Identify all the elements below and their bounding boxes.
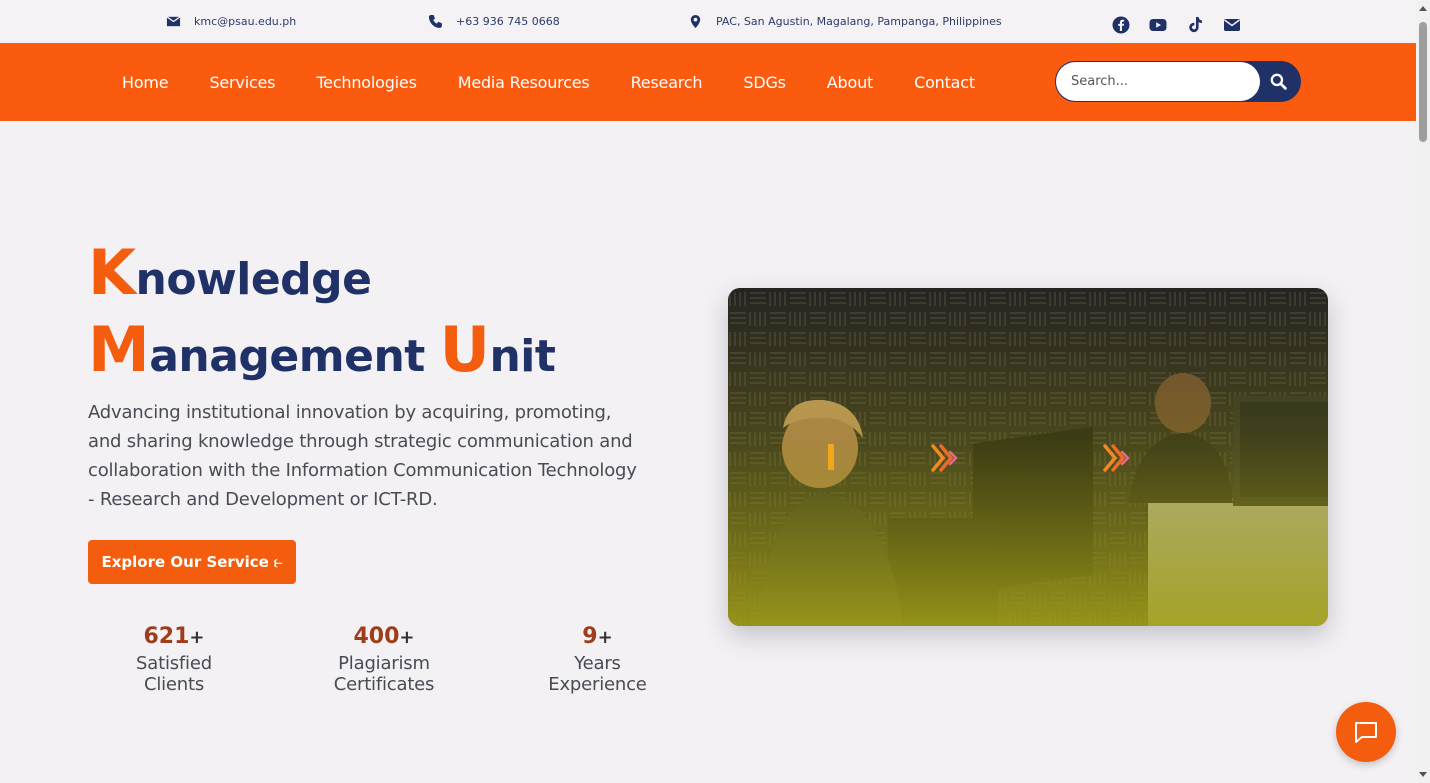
stat-suffix: + (597, 627, 613, 648)
stat-suffix: + (189, 627, 205, 648)
contact-address[interactable]: PAC, San Agustin, Magalang, Pampanga, Ph… (688, 14, 1002, 29)
scroll-down-arrow[interactable] (1419, 772, 1427, 777)
nav-item-sdgs[interactable]: SDGs (743, 73, 786, 92)
chat-button[interactable] (1336, 702, 1396, 762)
stat-number: 400 (353, 624, 400, 649)
top-contact-bar: kmc@psau.edu.ph +63 936 745 0668 PAC, Sa… (0, 0, 1416, 43)
page-scrollbar[interactable] (1416, 0, 1430, 783)
title-rest-unit: nit (489, 331, 556, 382)
title-initial-u: U (439, 313, 490, 386)
title-rest-management: anagement (149, 331, 440, 382)
tiktok-icon[interactable] (1185, 15, 1204, 34)
search-icon[interactable] (1270, 73, 1287, 90)
stat-number: 621 (143, 624, 190, 649)
stat-satisfied-clients: 621+ Satisfied Clients (104, 624, 244, 695)
chat-icon (1355, 722, 1377, 743)
stat-label: Plagiarism Certificates (333, 653, 435, 695)
nav-item-technologies[interactable]: Technologies (316, 73, 417, 92)
facebook-icon[interactable] (1111, 15, 1130, 34)
social-links (1111, 15, 1241, 34)
stat-label: Years Experience (548, 653, 647, 695)
stat-years-experience: 9+ Years Experience (525, 624, 670, 695)
nav-item-home[interactable]: Home (122, 73, 169, 92)
main-navbar: Home Services Technologies Media Resourc… (0, 43, 1416, 121)
envelope-icon (166, 16, 181, 27)
nav-item-media-resources[interactable]: Media Resources (458, 73, 590, 92)
search-input[interactable] (1056, 62, 1260, 101)
hero-title-line2: Management Unit (88, 313, 556, 386)
contact-phone[interactable]: +63 936 745 0668 (428, 14, 560, 29)
mail-icon[interactable] (1222, 15, 1241, 34)
email-text: kmc@psau.edu.ph (194, 15, 297, 28)
stat-suffix: + (399, 627, 415, 648)
nav-item-services[interactable]: Services (209, 73, 275, 92)
hero-title-line1: Knowledge (88, 236, 372, 309)
stat-number: 9 (582, 624, 598, 649)
contact-email[interactable]: kmc@psau.edu.ph (166, 14, 296, 29)
hero-photo (728, 288, 1328, 626)
search-box (1055, 61, 1301, 102)
explore-service-button[interactable]: Explore Our Service ⥼ (88, 540, 296, 584)
title-initial-k: K (88, 236, 136, 309)
scroll-up-arrow[interactable] (1419, 6, 1427, 11)
map-marker-icon (690, 14, 701, 29)
nav-item-about[interactable]: About (827, 73, 874, 92)
phone-icon (428, 14, 442, 28)
nav-item-research[interactable]: Research (631, 73, 703, 92)
stat-plagiarism-certificates: 400+ Plagiarism Certificates (288, 624, 480, 695)
hero-description: Advancing institutional innovation by ac… (88, 402, 637, 510)
nav-menu: Home Services Technologies Media Resourc… (122, 43, 1016, 121)
scrollbar-thumb[interactable] (1419, 22, 1427, 142)
youtube-icon[interactable] (1148, 15, 1167, 34)
title-initial-m: M (88, 313, 150, 386)
address-text: PAC, San Agustin, Magalang, Pampanga, Ph… (716, 15, 1002, 28)
phone-text: +63 936 745 0668 (456, 15, 560, 28)
stat-label: Satisfied Clients (136, 653, 212, 695)
title-rest-knowledge: nowledge (135, 254, 372, 305)
nav-item-contact[interactable]: Contact (914, 73, 975, 92)
